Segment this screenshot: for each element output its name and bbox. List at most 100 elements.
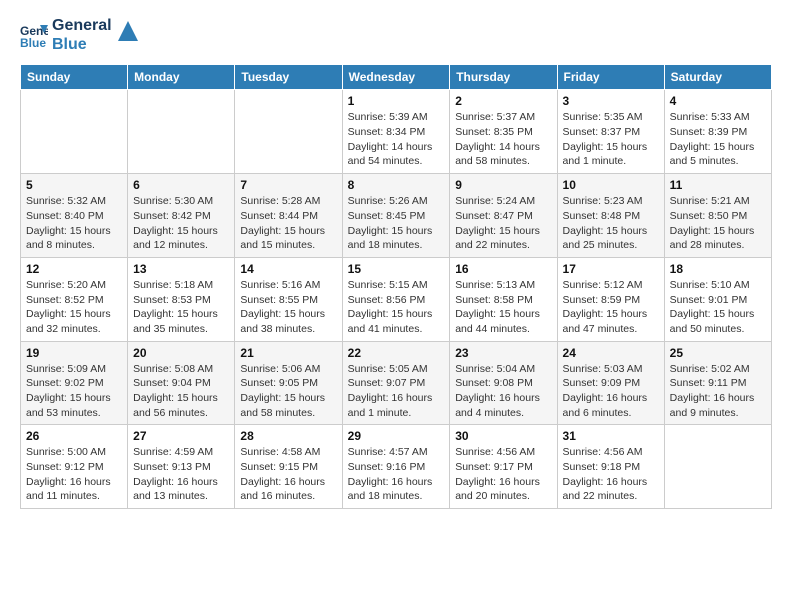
calendar-day-22: 22 Sunrise: 5:05 AM Sunset: 9:07 PM Dayli… [342,341,450,425]
day-info: Sunrise: 5:06 AM Sunset: 9:05 PM Dayligh… [240,362,336,421]
day-number: 15 [348,262,445,276]
calendar-day-29: 29 Sunrise: 4:57 AM Sunset: 9:16 PM Dayli… [342,425,450,509]
day-number: 4 [670,94,766,108]
calendar-day-27: 27Sunrise: 4:59 AM Sunset: 9:13 PM Dayli… [128,425,235,509]
day-info: Sunrise: 5:05 AM Sunset: 9:07 PM Dayligh… [348,362,445,421]
calendar-day-18: 18Sunrise: 5:10 AM Sunset: 9:01 PM Dayli… [664,257,771,341]
day-info: Sunrise: 5:15 AM Sunset: 8:56 PM Dayligh… [348,278,445,337]
day-info: Sunrise: 5:02 AM Sunset: 9:11 PM Dayligh… [670,362,766,421]
calendar-day-16: 16 Sunrise: 5:13 AM Sunset: 8:58 PM Dayli… [450,257,557,341]
calendar-day-15: 15 Sunrise: 5:15 AM Sunset: 8:56 PM Dayli… [342,257,450,341]
day-info: Sunrise: 4:58 AM Sunset: 9:15 PM Dayligh… [240,445,336,504]
day-number: 22 [348,346,445,360]
calendar-week-row: 19 Sunrise: 5:09 AM Sunset: 9:02 PM Dayli… [21,341,772,425]
calendar-day-26: 26Sunrise: 5:00 AM Sunset: 9:12 PM Dayli… [21,425,128,509]
day-info: Sunrise: 5:32 AM Sunset: 8:40 PM Dayligh… [26,194,122,253]
calendar-header-row: SundayMondayTuesdayWednesdayThursdayFrid… [21,65,772,90]
calendar-week-row: 26Sunrise: 5:00 AM Sunset: 9:12 PM Dayli… [21,425,772,509]
day-number: 17 [563,262,659,276]
calendar-day-19: 19 Sunrise: 5:09 AM Sunset: 9:02 PM Dayli… [21,341,128,425]
page-header: General Blue General Blue [20,16,772,54]
day-number: 12 [26,262,122,276]
calendar-table: SundayMondayTuesdayWednesdayThursdayFrid… [20,64,772,509]
day-info: Sunrise: 5:28 AM Sunset: 8:44 PM Dayligh… [240,194,336,253]
calendar-day-24: 24Sunrise: 5:03 AM Sunset: 9:09 PM Dayli… [557,341,664,425]
day-info: Sunrise: 5:37 AM Sunset: 8:35 PM Dayligh… [455,110,551,169]
calendar-day-3: 3Sunrise: 5:35 AM Sunset: 8:37 PM Daylig… [557,90,664,174]
logo: General Blue General Blue [20,16,138,54]
day-info: Sunrise: 5:20 AM Sunset: 8:52 PM Dayligh… [26,278,122,337]
day-header-monday: Monday [128,65,235,90]
day-number: 24 [563,346,659,360]
calendar-day-2: 2 Sunrise: 5:37 AM Sunset: 8:35 PM Daylig… [450,90,557,174]
day-info: Sunrise: 5:33 AM Sunset: 8:39 PM Dayligh… [670,110,766,169]
calendar-day-8: 8 Sunrise: 5:26 AM Sunset: 8:45 PM Daylig… [342,174,450,258]
calendar-day-11: 11Sunrise: 5:21 AM Sunset: 8:50 PM Dayli… [664,174,771,258]
calendar-day-28: 28 Sunrise: 4:58 AM Sunset: 9:15 PM Dayli… [235,425,342,509]
day-number: 8 [348,178,445,192]
day-info: Sunrise: 5:16 AM Sunset: 8:55 PM Dayligh… [240,278,336,337]
calendar-day-7: 7 Sunrise: 5:28 AM Sunset: 8:44 PM Daylig… [235,174,342,258]
calendar-day-4: 4 Sunrise: 5:33 AM Sunset: 8:39 PM Daylig… [664,90,771,174]
calendar-empty-cell [664,425,771,509]
calendar-empty-cell [21,90,128,174]
day-number: 5 [26,178,122,192]
day-number: 30 [455,429,551,443]
day-number: 18 [670,262,766,276]
calendar-day-20: 20 Sunrise: 5:08 AM Sunset: 9:04 PM Dayli… [128,341,235,425]
calendar-day-6: 6 Sunrise: 5:30 AM Sunset: 8:42 PM Daylig… [128,174,235,258]
day-info: Sunrise: 5:09 AM Sunset: 9:02 PM Dayligh… [26,362,122,421]
day-number: 6 [133,178,229,192]
day-info: Sunrise: 5:30 AM Sunset: 8:42 PM Dayligh… [133,194,229,253]
day-number: 29 [348,429,445,443]
logo-blue: Blue [52,35,112,54]
calendar-day-9: 9Sunrise: 5:24 AM Sunset: 8:47 PM Daylig… [450,174,557,258]
day-info: Sunrise: 5:39 AM Sunset: 8:34 PM Dayligh… [348,110,445,169]
day-number: 25 [670,346,766,360]
logo-general: General [52,16,112,35]
day-info: Sunrise: 5:04 AM Sunset: 9:08 PM Dayligh… [455,362,551,421]
day-number: 31 [563,429,659,443]
svg-text:Blue: Blue [20,36,46,49]
calendar-empty-cell [128,90,235,174]
logo-icon: General Blue [20,21,48,49]
day-info: Sunrise: 4:56 AM Sunset: 9:17 PM Dayligh… [455,445,551,504]
calendar-day-10: 10Sunrise: 5:23 AM Sunset: 8:48 PM Dayli… [557,174,664,258]
calendar-day-30: 30 Sunrise: 4:56 AM Sunset: 9:17 PM Dayli… [450,425,557,509]
day-header-thursday: Thursday [450,65,557,90]
day-info: Sunrise: 4:56 AM Sunset: 9:18 PM Dayligh… [563,445,659,504]
day-number: 2 [455,94,551,108]
logo-triangle-icon [118,21,138,41]
day-number: 14 [240,262,336,276]
day-info: Sunrise: 5:26 AM Sunset: 8:45 PM Dayligh… [348,194,445,253]
day-number: 1 [348,94,445,108]
day-info: Sunrise: 5:13 AM Sunset: 8:58 PM Dayligh… [455,278,551,337]
calendar-day-25: 25 Sunrise: 5:02 AM Sunset: 9:11 PM Dayli… [664,341,771,425]
day-header-sunday: Sunday [21,65,128,90]
day-info: Sunrise: 4:57 AM Sunset: 9:16 PM Dayligh… [348,445,445,504]
calendar-week-row: 12 Sunrise: 5:20 AM Sunset: 8:52 PM Dayli… [21,257,772,341]
calendar-day-31: 31 Sunrise: 4:56 AM Sunset: 9:18 PM Dayli… [557,425,664,509]
day-number: 20 [133,346,229,360]
day-number: 9 [455,178,551,192]
calendar-day-5: 5 Sunrise: 5:32 AM Sunset: 8:40 PM Daylig… [21,174,128,258]
day-number: 7 [240,178,336,192]
day-number: 28 [240,429,336,443]
day-number: 13 [133,262,229,276]
calendar-week-row: 5 Sunrise: 5:32 AM Sunset: 8:40 PM Daylig… [21,174,772,258]
day-info: Sunrise: 5:21 AM Sunset: 8:50 PM Dayligh… [670,194,766,253]
day-header-wednesday: Wednesday [342,65,450,90]
day-header-saturday: Saturday [664,65,771,90]
calendar-day-17: 17 Sunrise: 5:12 AM Sunset: 8:59 PM Dayli… [557,257,664,341]
day-info: Sunrise: 5:08 AM Sunset: 9:04 PM Dayligh… [133,362,229,421]
calendar-day-1: 1 Sunrise: 5:39 AM Sunset: 8:34 PM Daylig… [342,90,450,174]
day-info: Sunrise: 5:12 AM Sunset: 8:59 PM Dayligh… [563,278,659,337]
calendar-day-21: 21Sunrise: 5:06 AM Sunset: 9:05 PM Dayli… [235,341,342,425]
day-number: 23 [455,346,551,360]
day-number: 16 [455,262,551,276]
day-number: 26 [26,429,122,443]
day-number: 19 [26,346,122,360]
day-info: Sunrise: 5:18 AM Sunset: 8:53 PM Dayligh… [133,278,229,337]
calendar-day-12: 12 Sunrise: 5:20 AM Sunset: 8:52 PM Dayli… [21,257,128,341]
day-header-tuesday: Tuesday [235,65,342,90]
